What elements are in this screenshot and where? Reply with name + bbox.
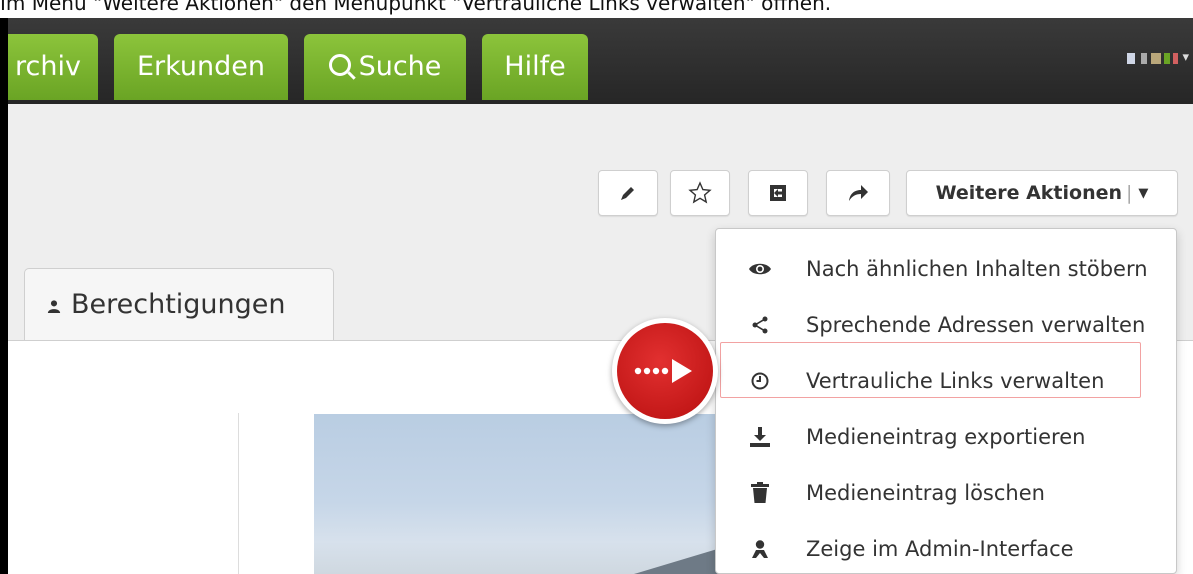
tab-permissions-label: Berechtigungen — [71, 289, 286, 320]
user-name-blur — [1141, 53, 1147, 64]
menu-item-label: Medieneintrag exportieren — [806, 425, 1086, 449]
user-name-blur — [1173, 53, 1178, 64]
nav-tab-label: Hilfe — [504, 51, 566, 82]
chevron-down-icon: ▼ — [1138, 185, 1149, 201]
share-arrow-icon — [849, 185, 868, 201]
badge-circle — [617, 323, 713, 419]
user-menu[interactable]: ▾ — [1127, 50, 1189, 68]
nav-tab-suche[interactable]: Suche — [304, 34, 466, 100]
star-icon — [688, 181, 712, 204]
copy-to-collection-button[interactable] — [748, 170, 808, 216]
menu-item-browse-similar[interactable]: Nach ähnlichen Inhalten stöbern — [716, 241, 1176, 297]
dotted-arrow-icon — [634, 359, 692, 383]
user-avatar — [1127, 53, 1135, 64]
tab-permissions[interactable]: Berechtigungen — [24, 268, 334, 340]
nav-tab-label: Erkunden — [136, 51, 266, 82]
top-navbar: rchiv Erkunden Suche Hilfe ▾ — [8, 18, 1193, 104]
menu-item-label: Nach ähnlichen Inhalten stöbern — [806, 257, 1148, 281]
collection-icon — [770, 185, 786, 201]
nav-tab-label: Suche — [358, 51, 442, 82]
eye-icon — [744, 253, 776, 285]
favorite-button[interactable] — [670, 170, 730, 216]
menu-item-label: Zeige im Admin-Interface — [806, 537, 1074, 561]
instruction-caption: Im Menü "Weitere Aktionen" den Menüpunkt… — [0, 0, 832, 15]
menu-item-highlight-box — [720, 342, 1141, 398]
more-actions-button[interactable]: Weitere Aktionen | ▼ — [906, 170, 1178, 216]
media-preview-image — [314, 414, 734, 574]
more-actions-dropdown: Nach ähnlichen Inhalten stöbern Sprechen… — [715, 228, 1177, 574]
share-button[interactable] — [826, 170, 890, 216]
screenshot-frame: rchiv Erkunden Suche Hilfe ▾ Weitere Akt… — [0, 18, 1193, 574]
more-actions-label: Weitere Aktionen — [935, 182, 1123, 204]
search-icon — [328, 54, 351, 76]
nav-tab-erkunden[interactable]: Erkunden — [114, 34, 288, 100]
menu-item-label: Medieneintrag löschen — [806, 481, 1045, 505]
column-divider — [238, 413, 239, 574]
share-icon — [744, 309, 776, 341]
admin-user-icon — [744, 533, 776, 565]
nav-tab-label: rchiv — [15, 51, 81, 82]
user-name-blur — [1151, 53, 1161, 64]
pointer-arrow-badge — [612, 318, 718, 424]
app-window: rchiv Erkunden Suche Hilfe ▾ Weitere Akt… — [8, 18, 1193, 574]
menu-item-admin-interface[interactable]: Zeige im Admin-Interface — [716, 521, 1176, 574]
user-icon — [47, 300, 61, 313]
more-actions-separator: | — [1126, 182, 1133, 204]
edit-button[interactable] — [598, 170, 658, 216]
nav-tab-archiv[interactable]: rchiv — [8, 34, 98, 100]
user-name-blur — [1164, 53, 1170, 64]
nav-tab-hilfe[interactable]: Hilfe — [482, 34, 588, 100]
trash-icon — [744, 477, 776, 509]
menu-item-label: Sprechende Adressen verwalten — [806, 313, 1146, 337]
pencil-icon — [621, 187, 634, 200]
user-menu-caret-icon: ▾ — [1182, 50, 1189, 65]
menu-item-delete[interactable]: Medieneintrag löschen — [716, 465, 1176, 521]
download-icon — [744, 421, 776, 453]
menu-item-export[interactable]: Medieneintrag exportieren — [716, 409, 1176, 465]
